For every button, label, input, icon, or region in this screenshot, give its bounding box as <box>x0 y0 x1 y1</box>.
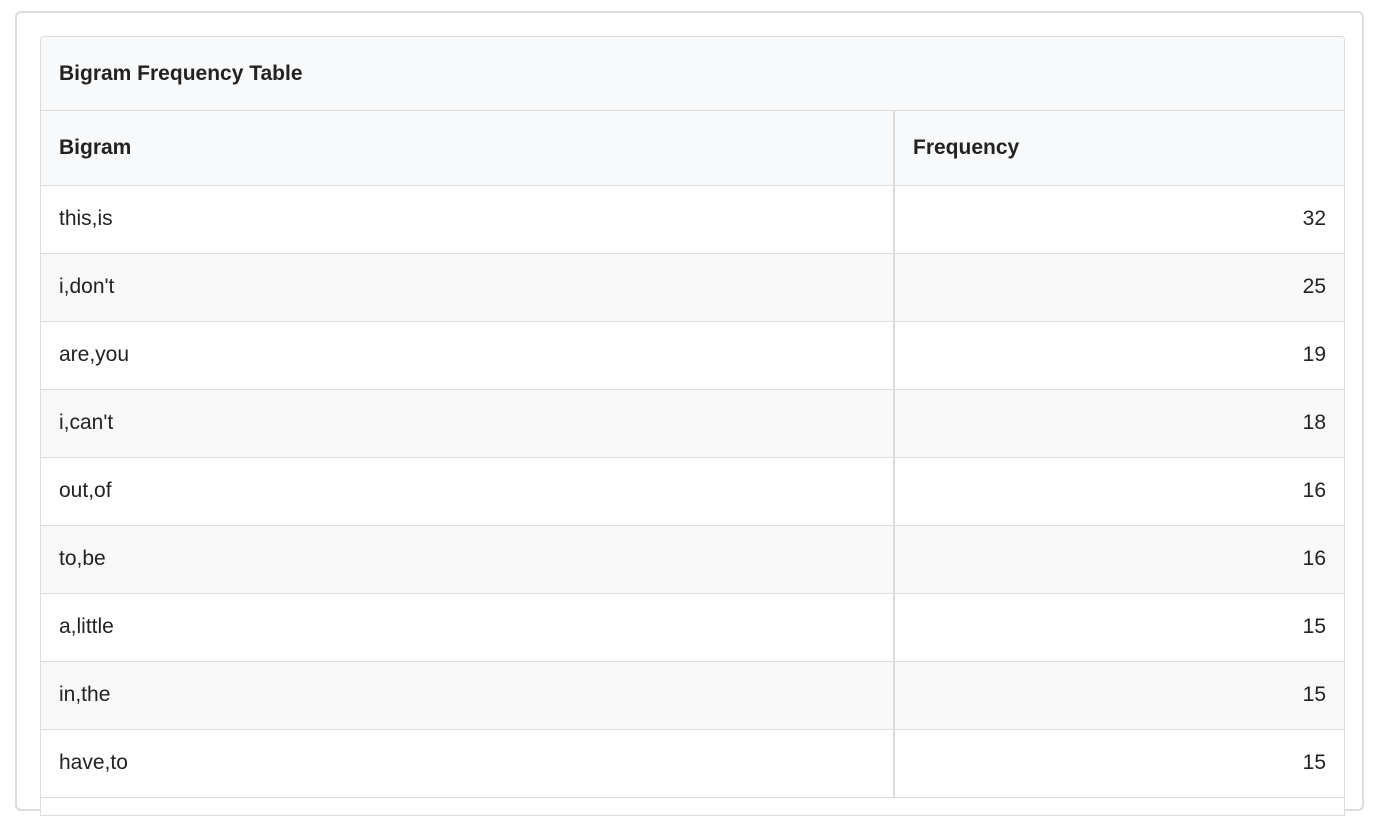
table-row: are,you 19 <box>41 321 1344 390</box>
table-row: in,the 15 <box>41 661 1344 730</box>
frequency-cell: 25 <box>894 253 1344 322</box>
column-header-frequency[interactable]: Frequency <box>894 111 1344 186</box>
bigram-cell: to,be <box>41 525 895 594</box>
table-row: a,little 15 <box>41 593 1344 662</box>
table-row: i,don't 25 <box>41 253 1344 322</box>
data-table: Bigram Frequency this,is 32 i,don't 25 a… <box>41 111 1344 798</box>
table-row: out,of 16 <box>41 457 1344 526</box>
bigram-frequency-table: Bigram Frequency Table Bigram Frequency … <box>40 36 1345 816</box>
bigram-cell: i,don't <box>41 253 895 322</box>
frequency-cell: 18 <box>894 389 1344 458</box>
bigram-cell: have,to <box>41 729 895 798</box>
frequency-cell: 15 <box>894 729 1344 798</box>
bigram-cell: in,the <box>41 661 895 730</box>
bigram-cell: a,little <box>41 593 895 662</box>
table-panel: Bigram Frequency Table Bigram Frequency … <box>15 11 1364 816</box>
frequency-cell: 16 <box>894 457 1344 526</box>
bigram-cell: this,is <box>41 185 895 254</box>
table-row: have,to 15 <box>41 729 1344 798</box>
bigram-cell: out,of <box>41 457 895 526</box>
table-caption: Bigram Frequency Table <box>41 37 1344 111</box>
bigram-cell: are,you <box>41 321 895 390</box>
column-header-bigram[interactable]: Bigram <box>41 111 895 186</box>
frequency-cell: 15 <box>894 593 1344 662</box>
table-row: i,can't 18 <box>41 389 1344 458</box>
table-header-row: Bigram Frequency <box>41 111 1344 186</box>
table-row: to,be 16 <box>41 525 1344 594</box>
frequency-cell: 19 <box>894 321 1344 390</box>
bigram-cell: i,can't <box>41 389 895 458</box>
frequency-cell: 15 <box>894 661 1344 730</box>
frequency-cell: 16 <box>894 525 1344 594</box>
table-row: this,is 32 <box>41 185 1344 254</box>
frequency-cell: 32 <box>894 185 1344 254</box>
